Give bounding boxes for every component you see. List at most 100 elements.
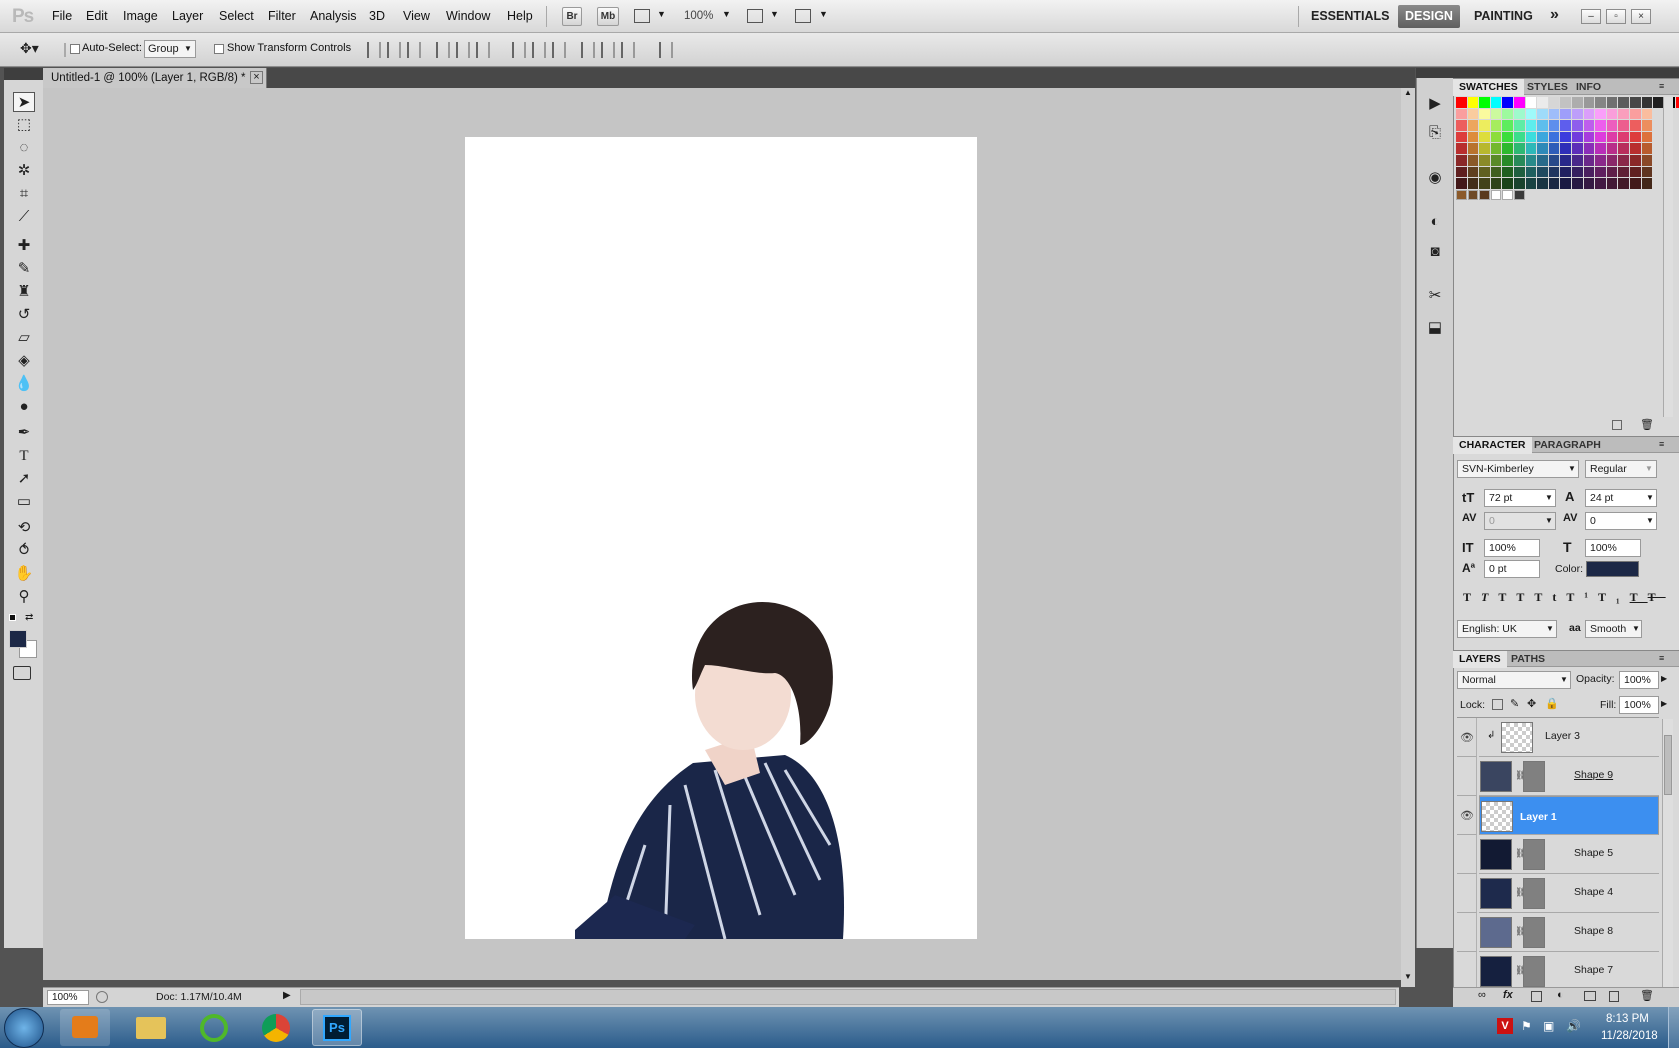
lock-position-icon[interactable]: ✥ [1527,697,1536,710]
swatch[interactable] [1502,189,1513,201]
swatch[interactable] [1606,131,1618,143]
swatch[interactable] [1548,131,1560,143]
swatch[interactable] [1630,155,1641,166]
swatch[interactable] [1456,143,1467,154]
layers-scroll-thumb[interactable] [1664,735,1672,795]
lock-transparent-icon[interactable] [1492,699,1503,710]
swatch[interactable] [1606,178,1618,189]
distribute-right-icon[interactable] [621,42,635,58]
swatch[interactable] [1560,155,1571,166]
3d-orbit-icon[interactable]: ⥀ [13,541,35,561]
swatch[interactable] [1514,131,1525,143]
layer-visibility-toggle[interactable] [1457,874,1477,913]
swatch[interactable] [1630,143,1641,154]
auto-select-checkbox[interactable] [70,44,80,54]
type-format-buttons[interactable]: TTTTTtT¹T₁TT [1463,590,1666,605]
paint-bucket-icon[interactable]: ◈ [13,351,35,371]
swatch[interactable] [1490,131,1502,143]
swatch[interactable] [1525,120,1537,131]
tool-presets-icon[interactable]: ✂ [1424,286,1446,306]
tab-styles[interactable]: STYLES [1521,79,1574,96]
taskbar-app-green[interactable] [189,1009,239,1046]
brush-presets-icon[interactable]: ◉ [1424,168,1446,188]
swatch[interactable] [1456,108,1467,120]
swatch[interactable] [1560,97,1571,108]
swatch[interactable] [1537,166,1548,178]
clone-stamp-icon[interactable]: ♜ [13,282,35,302]
chevron-down-icon[interactable]: ▼ [1545,516,1553,525]
swatch[interactable] [1560,143,1571,154]
move-tool-icon[interactable]: ➤ [13,92,35,112]
clone-source-icon[interactable]: ⬓ [1424,318,1446,338]
swatch[interactable] [1641,131,1653,143]
workspace-design[interactable]: DESIGN [1398,5,1460,28]
swatch[interactable] [1618,120,1629,131]
swatch[interactable] [1490,189,1502,201]
menu-analysis[interactable]: Analysis [310,9,357,23]
swatch[interactable] [1514,189,1525,201]
layer-visibility-toggle[interactable] [1457,952,1477,991]
layer-visibility-toggle[interactable]: 👁 [1457,718,1477,757]
align-vcenter-icon[interactable] [387,42,401,58]
type-tool-icon[interactable]: T [13,446,35,466]
taskbar-explorer[interactable] [126,1009,176,1046]
swatch[interactable] [1525,97,1537,108]
vertical-scale-field[interactable]: 100% [1484,539,1540,557]
volume-icon[interactable]: 🔊 [1566,1019,1581,1033]
swatch[interactable] [1595,120,1606,131]
swatch[interactable] [1606,108,1618,120]
marquee-tool-icon[interactable]: ⬚ [13,115,35,135]
swatch[interactable] [1630,166,1641,178]
eraser-tool-icon[interactable]: ▱ [13,328,35,348]
zoom-level[interactable]: 100% [684,10,713,22]
swatch[interactable] [1606,155,1618,166]
tab-paths[interactable]: PATHS [1505,651,1551,668]
swatch[interactable] [1630,178,1641,189]
swatch[interactable] [1583,178,1595,189]
swatch[interactable] [1630,108,1641,120]
swatch[interactable] [1606,97,1618,108]
superscript-button[interactable]: T¹ [1566,590,1598,604]
distribute-top-icon[interactable] [512,42,526,58]
restore-icon[interactable]: ▫ [1606,9,1626,24]
strikethrough-button[interactable]: T [1648,590,1666,604]
swatch[interactable] [1490,166,1502,178]
history-icon[interactable]: ⎘ [1424,123,1446,143]
swatch[interactable] [1479,155,1490,166]
swatch[interactable] [1583,120,1595,131]
swatch[interactable] [1467,166,1479,178]
layer-row[interactable]: ⛓ Shape 7 [1479,952,1659,991]
menu-window[interactable]: Window [446,9,490,23]
swatch[interactable] [1456,189,1467,201]
swatch[interactable] [1467,143,1479,154]
lock-all-icon[interactable]: 🔒 [1545,697,1559,710]
underline-button[interactable]: T [1630,590,1648,604]
swatch[interactable] [1641,178,1653,189]
distribute-left-icon[interactable] [581,42,595,58]
masks-icon[interactable]: ◙ [1424,242,1446,262]
swatch[interactable] [1572,97,1583,108]
swatch[interactable] [1467,189,1479,201]
swatch[interactable] [1490,120,1502,131]
chevron-down-icon[interactable]: ▼ [1646,516,1654,525]
align-left-icon[interactable] [436,42,450,58]
quick-mask-icon[interactable] [13,666,31,680]
swatch[interactable] [1641,143,1653,154]
status-info-icon[interactable] [96,991,108,1003]
menu-file[interactable]: File [52,9,72,23]
swatch[interactable] [1606,166,1618,178]
dodge-tool-icon[interactable]: ● [13,397,35,417]
taskbar-media-player[interactable] [60,1009,110,1046]
layer-visibility-toggle[interactable] [1457,757,1477,796]
menu-view[interactable]: View [403,9,430,23]
layer-row[interactable]: ⛓ Shape 5 [1479,835,1659,874]
swatch[interactable] [1467,131,1479,143]
lock-pixels-icon[interactable]: ✎ [1510,697,1519,710]
language-select[interactable]: English: UK [1457,620,1557,638]
swatch[interactable] [1537,97,1548,108]
layer-visibility-toggle[interactable] [1457,913,1477,952]
small-caps-button[interactable]: Tt [1534,590,1566,604]
baseline-shift-field[interactable]: 0 pt [1484,560,1540,578]
lasso-tool-icon[interactable]: ◌ [13,138,35,158]
hand-tool-icon[interactable]: ✋ [13,564,35,584]
